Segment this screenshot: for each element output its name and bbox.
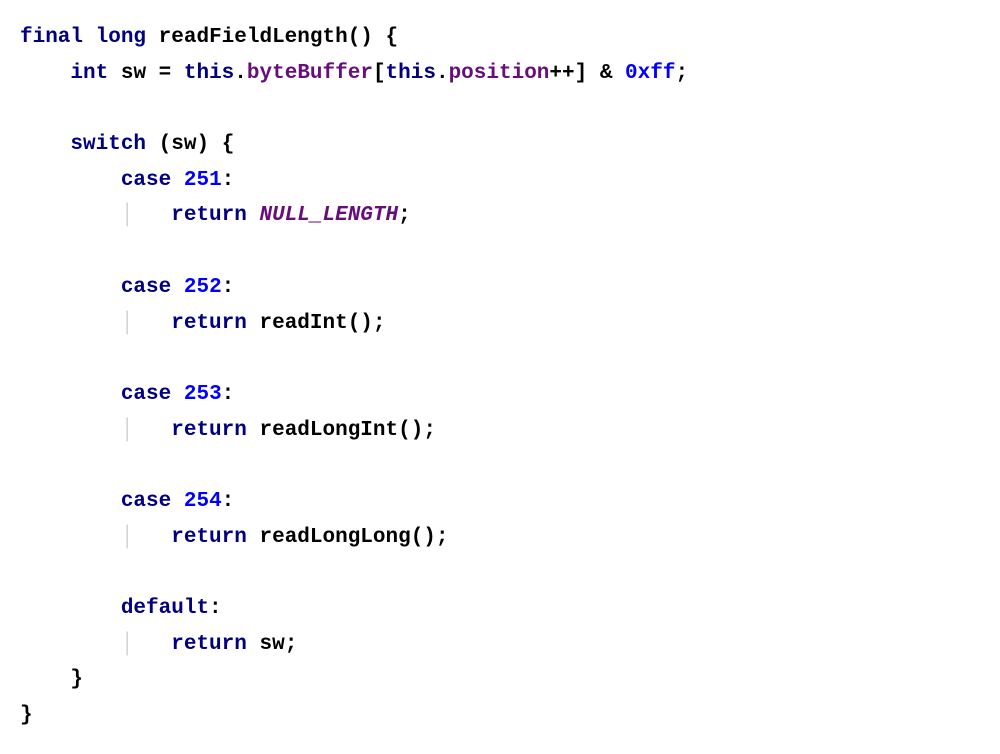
hex-literal: 0xff [625, 62, 675, 85]
call-readlonglong: readLongLong() [259, 526, 435, 549]
keyword-case: case [121, 169, 171, 192]
paren: ( [146, 133, 171, 156]
indent-guide: │ [121, 526, 171, 549]
field-position: position [449, 62, 550, 85]
keyword-int: int [70, 62, 108, 85]
dot: . [436, 62, 449, 85]
call-readlongint: readLongInt() [259, 419, 423, 442]
bracket: ] [575, 62, 588, 85]
assign: = [146, 62, 184, 85]
colon: : [222, 169, 235, 192]
colon: : [222, 276, 235, 299]
brace-close: } [20, 704, 33, 727]
keyword-this: this [386, 62, 436, 85]
paren: ( [348, 26, 361, 49]
method-name: readFieldLength [159, 26, 348, 49]
indent-guide: │ [121, 419, 171, 442]
keyword-return: return [171, 204, 247, 227]
keyword-case: case [121, 490, 171, 513]
paren: ) [196, 133, 221, 156]
keyword-return: return [171, 526, 247, 549]
keyword-final: final [20, 26, 83, 49]
inc: ++ [549, 62, 574, 85]
bracket: [ [373, 62, 386, 85]
keyword-return: return [171, 419, 247, 442]
brace-close: } [70, 668, 83, 691]
num-254: 254 [184, 490, 222, 513]
semicolon: ; [423, 419, 436, 442]
keyword-return: return [171, 633, 247, 656]
var-sw: sw [121, 62, 146, 85]
call-readint: readInt() [259, 312, 372, 335]
dot: . [234, 62, 247, 85]
colon: : [209, 597, 222, 620]
semicolon: ; [436, 526, 449, 549]
keyword-this: this [184, 62, 234, 85]
colon: : [222, 383, 235, 406]
indent-guide: │ [121, 204, 171, 227]
keyword-return: return [171, 312, 247, 335]
semicolon: ; [398, 204, 411, 227]
field-bytebuffer: byteBuffer [247, 62, 373, 85]
semicolon: ; [285, 633, 298, 656]
num-251: 251 [184, 169, 222, 192]
keyword-long: long [96, 26, 146, 49]
code-block: final long readFieldLength() { int sw = … [20, 20, 980, 734]
keyword-switch: switch [70, 133, 146, 156]
brace-open: { [386, 26, 399, 49]
colon: : [222, 490, 235, 513]
num-253: 253 [184, 383, 222, 406]
const-null-length: NULL_LENGTH [259, 204, 398, 227]
paren: ) [360, 26, 373, 49]
num-252: 252 [184, 276, 222, 299]
amp: & [587, 62, 625, 85]
semicolon: ; [373, 312, 386, 335]
brace-open: { [222, 133, 235, 156]
keyword-case: case [121, 383, 171, 406]
var-sw: sw [171, 133, 196, 156]
semicolon: ; [675, 62, 688, 85]
keyword-default: default [121, 597, 209, 620]
indent-guide: │ [121, 633, 171, 656]
var-sw: sw [259, 633, 284, 656]
keyword-case: case [121, 276, 171, 299]
indent-guide: │ [121, 312, 171, 335]
